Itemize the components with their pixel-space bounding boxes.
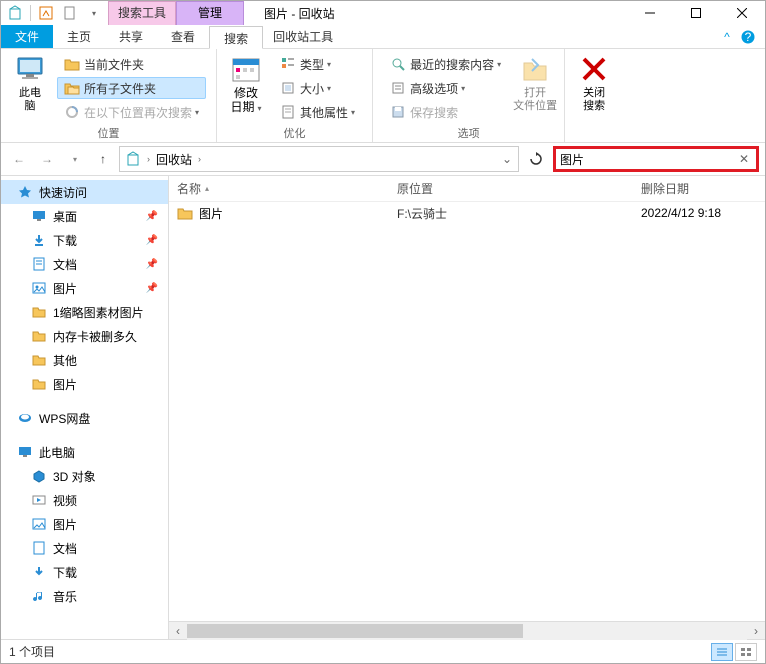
recyclebin-icon: [122, 147, 144, 171]
tab-search[interactable]: 搜索: [209, 26, 263, 49]
ribbon-group-close: 关闭 搜索: [565, 49, 623, 142]
qat-properties-icon[interactable]: [35, 2, 57, 24]
sidebar-quick-access[interactable]: 快速访问: [1, 180, 168, 204]
pin-icon: 📌: [146, 259, 158, 270]
open-location-button[interactable]: 打开 文件位置: [512, 51, 558, 115]
tab-share[interactable]: 共享: [105, 25, 157, 48]
titlebar: ▾ 搜索工具 管理 图片 - 回收站: [1, 1, 765, 25]
sidebar-this-pc[interactable]: 此电脑: [1, 440, 168, 464]
search-input[interactable]: [560, 152, 736, 166]
clear-search-icon[interactable]: ✕: [736, 152, 752, 166]
all-subfolders-button[interactable]: 所有子文件夹: [57, 77, 206, 99]
refresh-button[interactable]: [523, 146, 549, 172]
scroll-thumb[interactable]: [187, 624, 523, 638]
current-folder-button[interactable]: 当前文件夹: [57, 53, 206, 75]
tab-view[interactable]: 查看: [157, 25, 209, 48]
pin-icon: 📌: [146, 283, 158, 294]
up-button[interactable]: ↑: [91, 147, 115, 171]
tab-recyclebin-tools[interactable]: 回收站工具: [263, 25, 343, 48]
column-delete-date[interactable]: 删除日期: [633, 176, 765, 201]
chevron-right-icon[interactable]: ›: [144, 154, 153, 164]
close-button[interactable]: [719, 1, 765, 25]
ribbon-group-options: 最近的搜索内容▾ 高级选项▾ 保存搜索 打开 文件位置 选项: [373, 49, 565, 142]
navigation-pane: 快速访问 桌面📌 下载📌 文档📌 图片📌 1缩略图素材图片 内存卡被删多久 其他…: [1, 176, 169, 639]
scroll-right-button[interactable]: ›: [747, 622, 765, 640]
ribbon-group-optimize: 修改 日期▾ 类型▾ 大小▾ 其他属性▾ 优化: [217, 49, 373, 142]
scroll-left-button[interactable]: ‹: [169, 622, 187, 640]
status-bar: 1 个项目: [1, 639, 765, 663]
ribbon-tabbar: 文件 主页 共享 查看 搜索 回收站工具 ^ ?: [1, 25, 765, 49]
ribbon: 此电 脑 当前文件夹 所有子文件夹 在以下位置再次搜索▾ 位置 修改 日期▾ 类…: [1, 49, 765, 143]
advanced-options-button[interactable]: 高级选项▾: [383, 77, 508, 99]
ribbon-group-location: 此电 脑 当前文件夹 所有子文件夹 在以下位置再次搜索▾ 位置: [1, 49, 217, 142]
tab-home[interactable]: 主页: [53, 25, 105, 48]
save-search-button[interactable]: 保存搜索: [383, 101, 508, 123]
pin-icon: 📌: [146, 235, 158, 246]
content-area: 快速访问 桌面📌 下载📌 文档📌 图片📌 1缩略图素材图片 内存卡被删多久 其他…: [1, 175, 765, 639]
other-props-button[interactable]: 其他属性▾: [273, 101, 362, 123]
horizontal-scrollbar[interactable]: ‹ ›: [169, 621, 765, 639]
qat-dropdown[interactable]: ▾: [83, 2, 105, 24]
minimize-button[interactable]: [627, 1, 673, 25]
sort-indicator-icon: ▴: [205, 184, 209, 193]
pin-icon: 📌: [146, 211, 158, 222]
size-button[interactable]: 大小▾: [273, 77, 362, 99]
sidebar-wps[interactable]: WPS网盘: [1, 406, 168, 430]
help-icon[interactable]: ?: [741, 30, 761, 44]
sidebar-pictures[interactable]: 图片📌: [1, 276, 168, 300]
sidebar-folder-other[interactable]: 其他: [1, 348, 168, 372]
sidebar-downloads2[interactable]: 下载: [1, 560, 168, 584]
qat-recyclebin-icon[interactable]: [4, 2, 26, 24]
context-tab-search-tools[interactable]: 搜索工具: [108, 1, 176, 25]
column-original-location[interactable]: 原位置: [389, 176, 633, 201]
sidebar-documents[interactable]: 文档📌: [1, 252, 168, 276]
column-headers: 名称▴ 原位置 删除日期: [169, 176, 765, 202]
sidebar-folder-sdcard[interactable]: 内存卡被删多久: [1, 324, 168, 348]
details-view-button[interactable]: [711, 643, 733, 661]
ribbon-collapse-icon[interactable]: ^: [717, 30, 737, 44]
folder-icon: [177, 206, 193, 220]
breadcrumb-root[interactable]: 回收站: [153, 147, 195, 171]
file-row[interactable]: 图片 F:\云骑士 2022/4/12 9:18: [169, 202, 765, 224]
recent-searches-button[interactable]: 最近的搜索内容▾: [383, 53, 508, 75]
sidebar-pictures3[interactable]: 图片: [1, 512, 168, 536]
sidebar-desktop[interactable]: 桌面📌: [1, 204, 168, 228]
file-list: 名称▴ 原位置 删除日期 图片 F:\云骑士 2022/4/12 9:18 ‹ …: [169, 176, 765, 639]
modify-date-button[interactable]: 修改 日期▾: [223, 51, 269, 117]
sidebar-videos[interactable]: 视频: [1, 488, 168, 512]
qat-new-icon[interactable]: [59, 2, 81, 24]
navbar: ← → ▾ ↑ › 回收站 › ⌄ ✕: [1, 143, 765, 175]
close-search-button[interactable]: 关闭 搜索: [571, 51, 617, 115]
type-button[interactable]: 类型▾: [273, 53, 362, 75]
sidebar-folder-thumbnails[interactable]: 1缩略图素材图片: [1, 300, 168, 324]
chevron-right-icon[interactable]: ›: [195, 154, 204, 164]
address-bar[interactable]: › 回收站 › ⌄: [119, 146, 519, 172]
icons-view-button[interactable]: [735, 643, 757, 661]
recent-locations-dropdown[interactable]: ▾: [63, 147, 87, 171]
sidebar-music[interactable]: 音乐: [1, 584, 168, 608]
search-again-button[interactable]: 在以下位置再次搜索▾: [57, 101, 206, 123]
window-title: 图片 - 回收站: [244, 5, 627, 22]
search-box[interactable]: ✕: [553, 146, 759, 172]
sidebar-documents2[interactable]: 文档: [1, 536, 168, 560]
context-tab-manage[interactable]: 管理: [176, 1, 244, 25]
this-pc-button[interactable]: 此电 脑: [7, 51, 53, 115]
sidebar-downloads[interactable]: 下载📌: [1, 228, 168, 252]
tab-file[interactable]: 文件: [1, 25, 53, 48]
svg-text:?: ?: [745, 30, 752, 44]
quick-access-toolbar: ▾: [1, 1, 108, 25]
sidebar-3d-objects[interactable]: 3D 对象: [1, 464, 168, 488]
back-button[interactable]: ←: [7, 147, 31, 171]
sidebar-folder-pictures2[interactable]: 图片: [1, 372, 168, 396]
forward-button[interactable]: →: [35, 147, 59, 171]
contextual-tabs: 搜索工具 管理: [108, 1, 244, 25]
address-dropdown[interactable]: ⌄: [498, 152, 516, 166]
item-count: 1 个项目: [9, 643, 55, 660]
column-name[interactable]: 名称▴: [169, 176, 389, 201]
maximize-button[interactable]: [673, 1, 719, 25]
